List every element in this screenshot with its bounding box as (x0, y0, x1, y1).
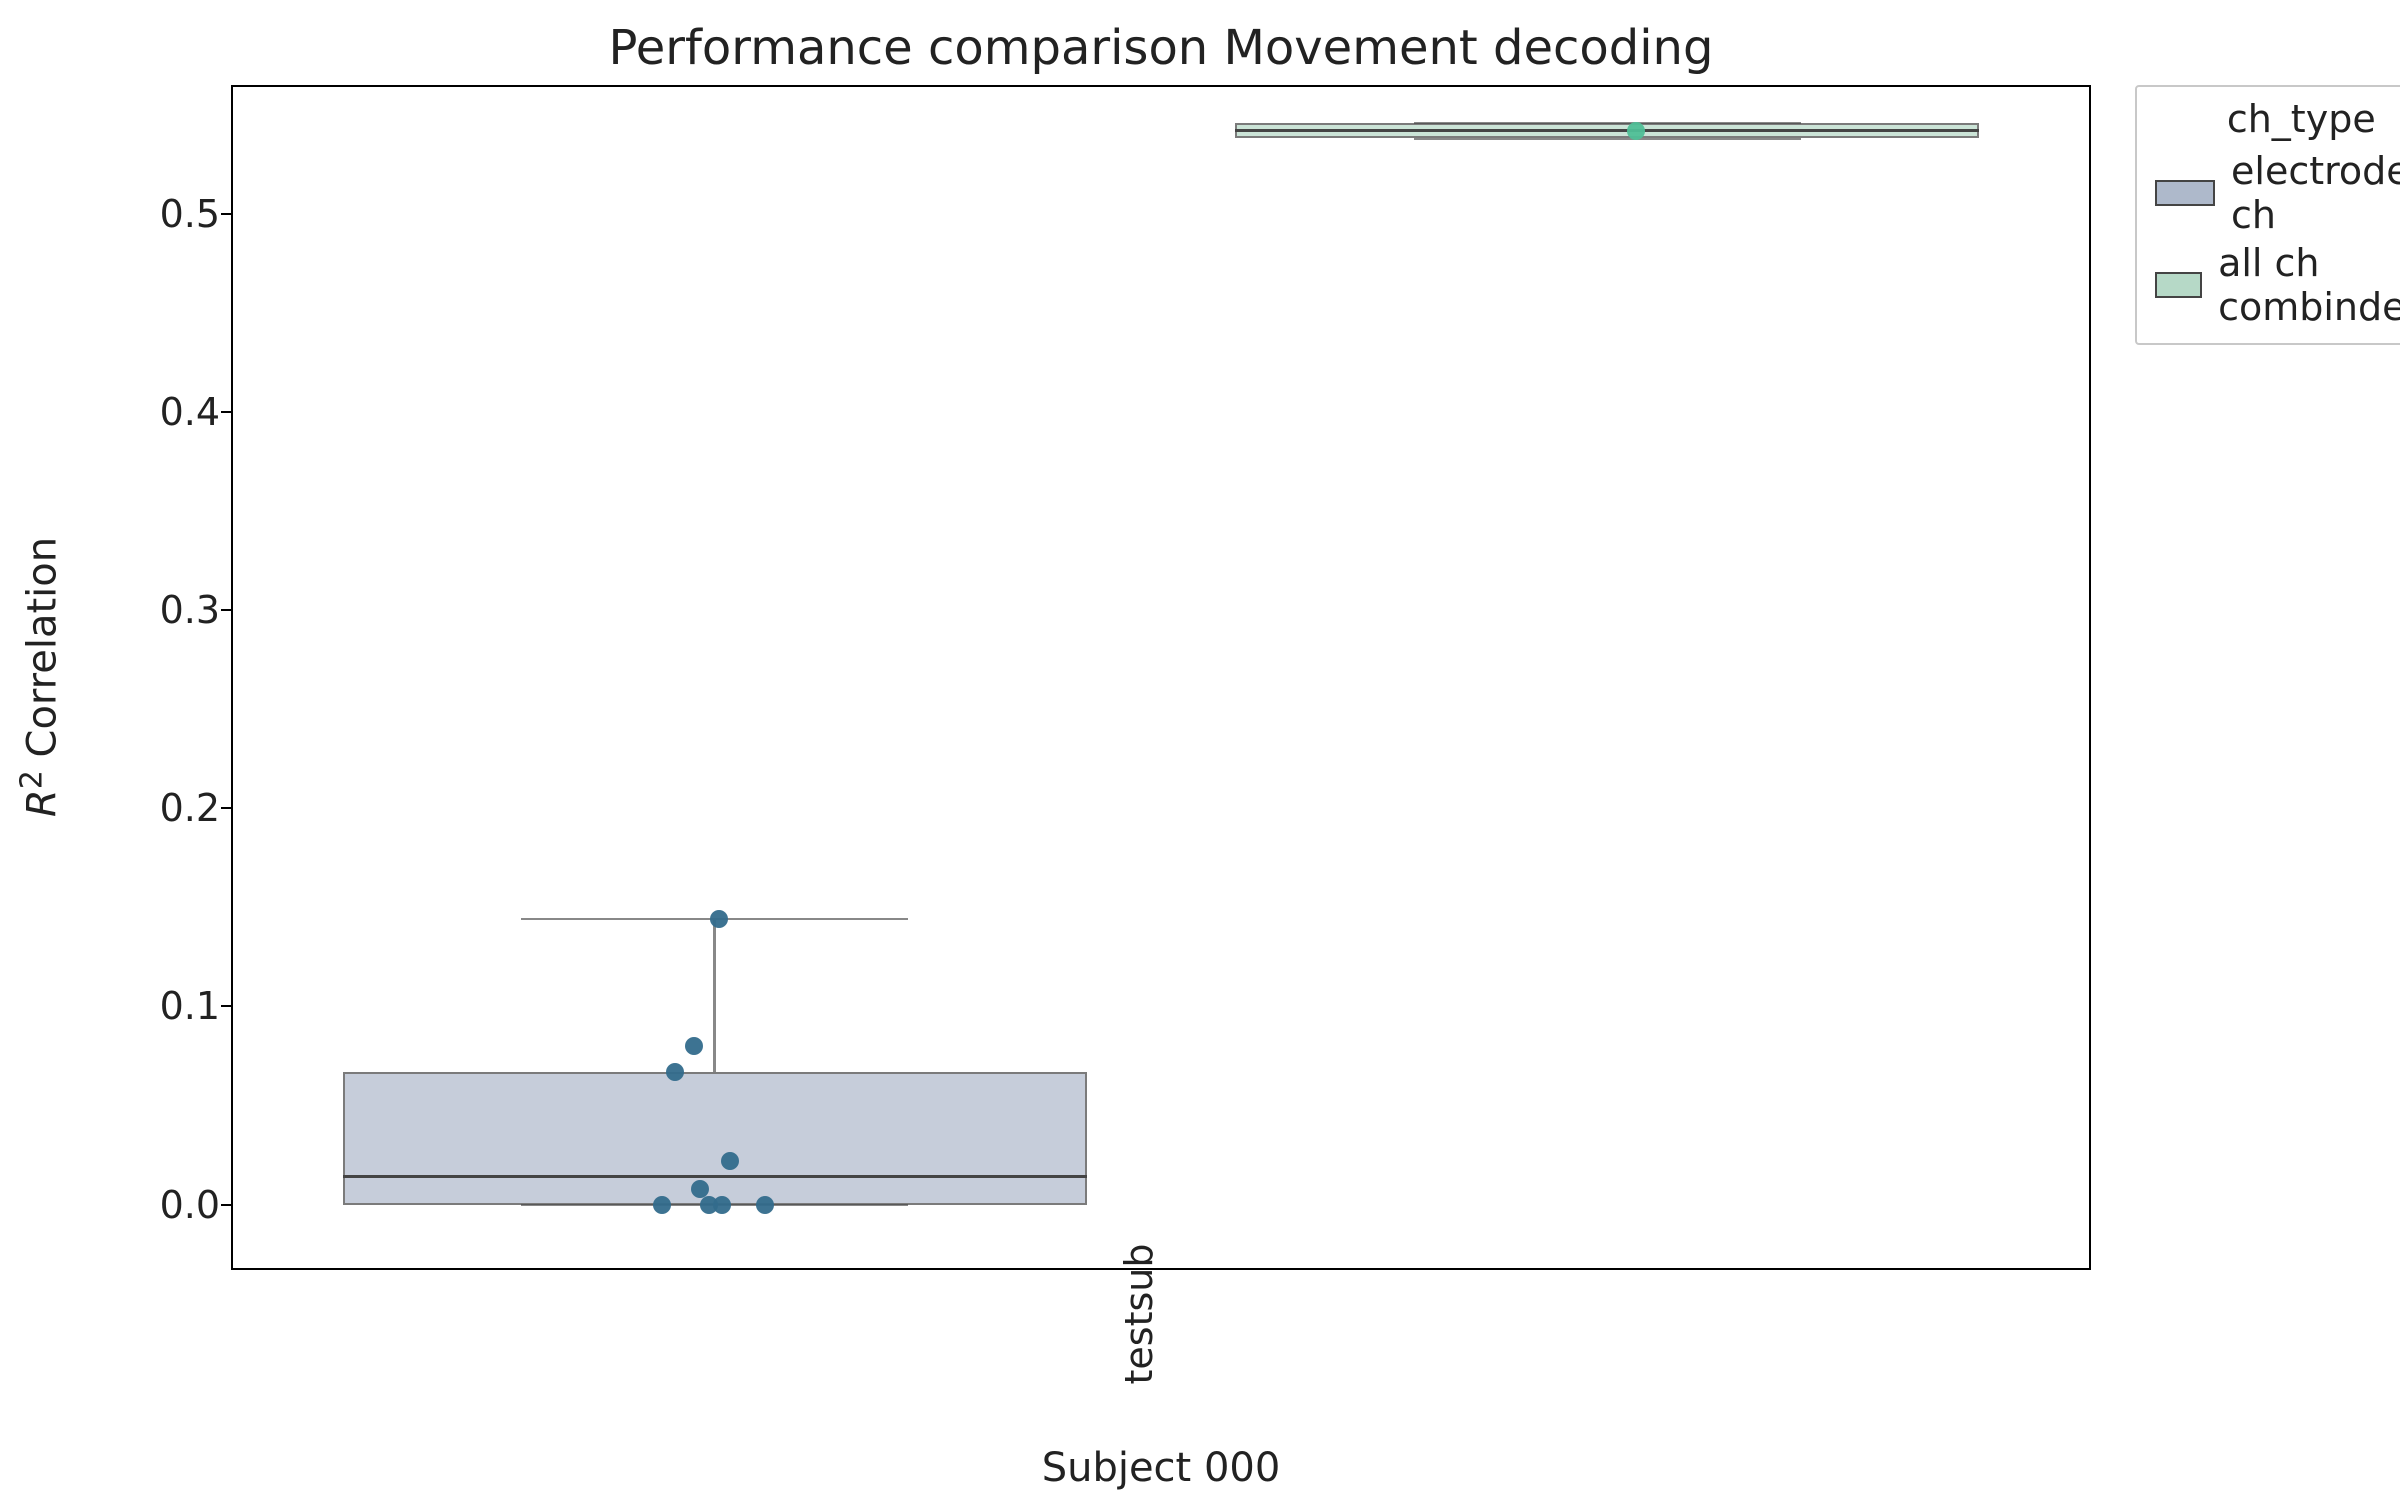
data-point (666, 1063, 684, 1081)
y-tick-mark (221, 609, 231, 611)
box-median (343, 1175, 1087, 1178)
legend: ch_type electrode ch all ch combinded (2135, 85, 2400, 345)
y-tick-label: 0.0 (20, 1183, 220, 1227)
data-point (721, 1152, 739, 1170)
x-tick-label: testsub (1117, 1244, 1161, 1385)
y-tick-mark (221, 411, 231, 413)
box-plot-box (343, 1072, 1087, 1205)
data-point (1627, 122, 1645, 140)
data-point (756, 1196, 774, 1214)
y-tick-label: 0.1 (20, 984, 220, 1028)
data-point (700, 1196, 718, 1214)
y-tick-mark (221, 213, 231, 215)
data-point (653, 1196, 671, 1214)
y-tick-label: 0.3 (20, 588, 220, 632)
y-tick-label: 0.4 (20, 390, 220, 434)
y-tick-mark (221, 1204, 231, 1206)
figure: Performance comparison Movement decoding… (0, 0, 2400, 1500)
y-tick-mark (221, 807, 231, 809)
y-axis-label: R2 Correlation (14, 537, 65, 817)
box-whisker (713, 919, 716, 1072)
data-point (685, 1037, 703, 1055)
legend-swatch-icon (2155, 180, 2215, 206)
y-tick-label: 0.2 (20, 786, 220, 830)
legend-entry: electrode ch (2155, 149, 2400, 237)
y-tick-label: 0.5 (20, 192, 220, 236)
legend-entry: all ch combinded (2155, 241, 2400, 329)
box-median (1235, 129, 1979, 132)
chart-title: Performance comparison Movement decoding (231, 20, 2091, 76)
legend-label: electrode ch (2231, 149, 2400, 237)
data-point (710, 910, 728, 928)
legend-title: ch_type (2155, 97, 2400, 141)
x-axis-label: Subject 000 (231, 1445, 2091, 1491)
legend-swatch-icon (2155, 272, 2202, 298)
legend-label: all ch combinded (2218, 241, 2400, 329)
y-tick-mark (221, 1005, 231, 1007)
